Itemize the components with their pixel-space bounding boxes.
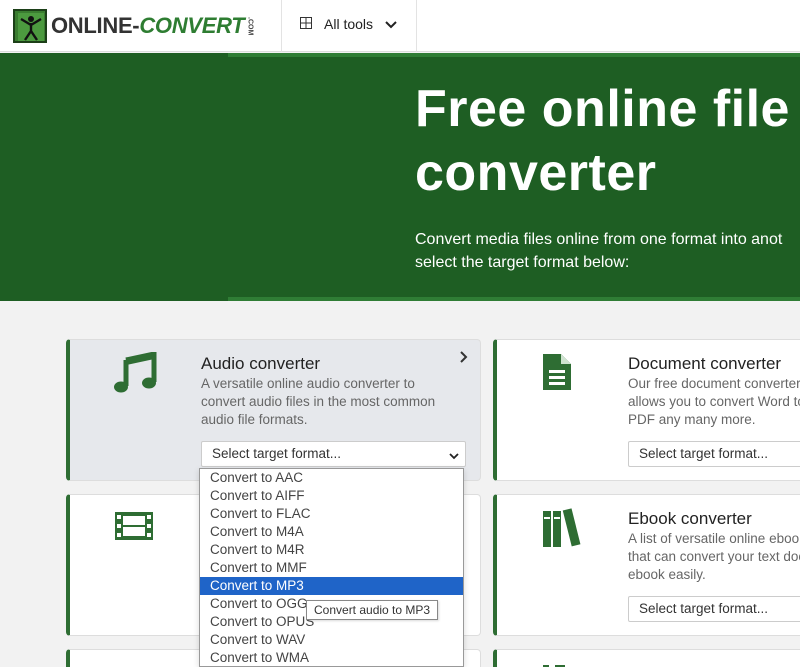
books-icon: [541, 507, 585, 554]
top-header: ONLINE-CONVERT .COM All tools: [0, 0, 800, 52]
all-tools-menu[interactable]: All tools: [300, 16, 397, 32]
dropdown-option[interactable]: Convert to WMA: [200, 649, 463, 666]
chevron-down-icon: [449, 448, 459, 463]
hero-subtitle: Convert media files online from one form…: [415, 228, 800, 274]
logo-figure-icon: [13, 9, 47, 43]
site-logo[interactable]: ONLINE-CONVERT .COM: [13, 9, 253, 43]
hero-subtitle-line: select the target format below:: [415, 254, 630, 271]
chevron-right-icon[interactable]: [460, 350, 468, 368]
dropdown-option[interactable]: Convert to M4A: [200, 523, 463, 541]
card-title: Document converter: [628, 354, 782, 373]
format-dropdown-list[interactable]: Convert to AAC Convert to AIFF Convert t…: [199, 468, 464, 667]
hero-subtitle-line: Convert media files online from one form…: [415, 231, 783, 248]
hero-banner: Free online file converter Convert media…: [0, 53, 800, 301]
all-tools-label: All tools: [324, 16, 374, 32]
select-value: Select target format...: [212, 446, 342, 461]
film-icon: [114, 511, 154, 546]
hero-title: Free online file converter: [415, 80, 790, 202]
dropdown-option[interactable]: Convert to FLAC: [200, 505, 463, 523]
document-icon: [541, 352, 573, 397]
document-target-format-select[interactable]: Select target format...: [628, 441, 800, 467]
grid-icon: [300, 16, 312, 32]
header-divider: [416, 0, 417, 52]
audio-target-format-select[interactable]: Select target format...: [201, 441, 466, 467]
logo-text-accent: CONVERT: [139, 13, 245, 38]
chevron-down-icon: [385, 16, 397, 32]
logo-text-main: ONLINE-: [51, 13, 140, 38]
dropdown-option-selected[interactable]: Convert to MP3: [200, 577, 463, 595]
option-tooltip: Convert audio to MP3: [306, 600, 439, 620]
select-value: Select target format...: [639, 446, 769, 461]
hero-stripe: [228, 297, 800, 301]
ebook-converter-card[interactable]: Ebook converter A list of versatile onli…: [493, 494, 800, 636]
card-title: Audio converter: [201, 354, 321, 373]
document-converter-card[interactable]: Document converter Our free document con…: [493, 339, 800, 481]
header-divider: [281, 0, 282, 52]
card-icon: [114, 662, 154, 667]
dropdown-option[interactable]: Convert to MMF: [200, 559, 463, 577]
dropdown-option[interactable]: Convert to M4R: [200, 541, 463, 559]
ebook-target-format-select[interactable]: Select target format...: [628, 596, 800, 622]
card-description: Our free document converter allows you t…: [628, 376, 800, 427]
card-icon: [541, 660, 571, 667]
music-note-icon: [114, 350, 158, 399]
dropdown-option[interactable]: Convert to WAV: [200, 631, 463, 649]
dropdown-option[interactable]: Convert to AAC: [200, 469, 463, 487]
card-title: Ebook converter: [628, 509, 752, 528]
select-value: Select target format...: [639, 601, 769, 616]
logo-wordmark: ONLINE-CONVERT: [51, 13, 245, 39]
dropdown-option[interactable]: Convert to AIFF: [200, 487, 463, 505]
card-description: A versatile online audio converter to co…: [201, 376, 436, 427]
converter-card[interactable]: [493, 649, 800, 667]
card-description: A list of versatile online ebook that ca…: [628, 531, 800, 582]
logo-com: .COM: [246, 16, 254, 36]
hero-stripe: [228, 53, 800, 57]
audio-converter-card[interactable]: Audio converter A versatile online audio…: [66, 339, 481, 481]
